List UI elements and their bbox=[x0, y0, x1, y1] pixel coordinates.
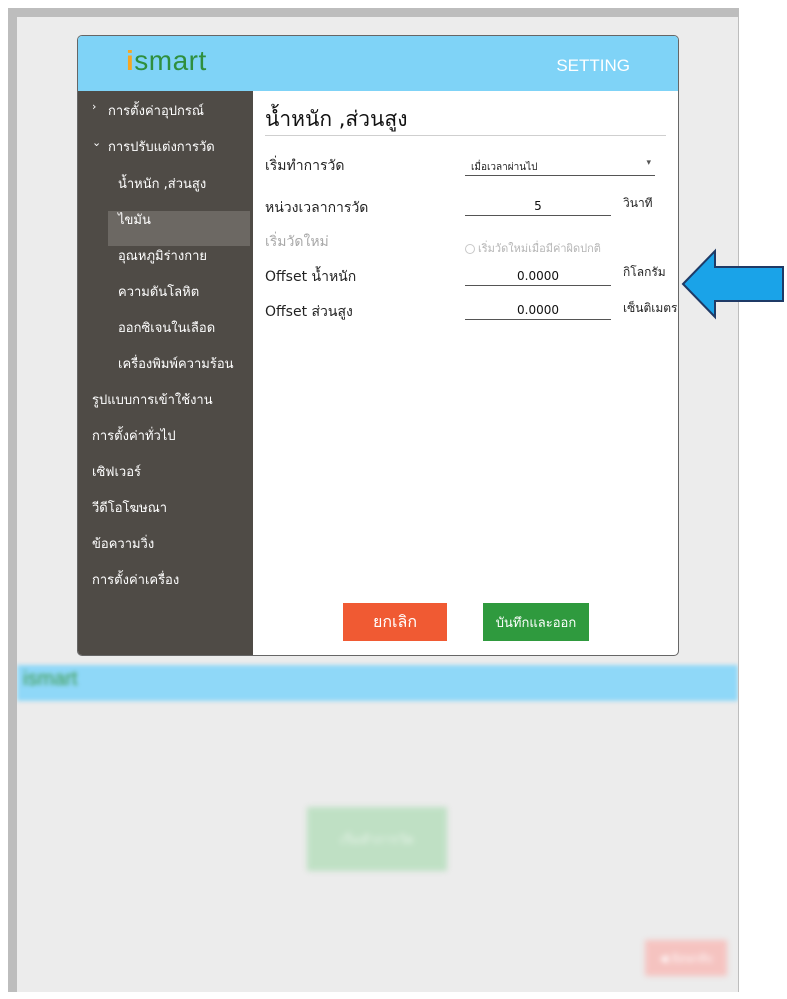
weight-offset-label: Offset น้ำหนัก bbox=[265, 269, 357, 285]
start-measure-label: เริ่มทำการวัด bbox=[265, 158, 345, 174]
settings-sidebar: › การตั้งค่าอุปกรณ์ ⌄ การปรับแต่งการวัด … bbox=[78, 91, 253, 655]
ismart-logo: ismart bbox=[126, 45, 207, 76]
app-screen: ismart เริ่มทำการวัด ◀ ย้อนกลับ ismart S… bbox=[17, 17, 738, 992]
page-title: น้ำหนัก ,ส่วนสูง bbox=[265, 107, 408, 131]
sidebar-item-label: รูปแบบการเข้าใช้งาน bbox=[92, 393, 213, 408]
settings-content: น้ำหนัก ,ส่วนสูง เริ่มทำการวัด เมื่อเวลา… bbox=[253, 91, 678, 655]
sidebar-item-label: อุณหภูมิร่างกาย bbox=[118, 249, 207, 264]
annotation-arrow-icon bbox=[681, 248, 784, 320]
cancel-button[interactable]: ยกเลิก bbox=[343, 603, 447, 641]
background-header-bar bbox=[17, 665, 738, 701]
sidebar-item-blood-oxygen[interactable]: ออกซิเจนในเลือด bbox=[118, 317, 215, 338]
weight-offset-field[interactable]: 0.0000 bbox=[465, 265, 611, 286]
sidebar-item-label: ออกซิเจนในเลือด bbox=[118, 321, 216, 336]
sidebar-item-label: การตั้งค่าอุปกรณ์ bbox=[108, 104, 204, 119]
radio-icon bbox=[465, 244, 475, 254]
sidebar-item-measurement-settings[interactable]: ⌄ การปรับแต่งการวัด bbox=[92, 136, 215, 157]
title-divider bbox=[265, 135, 666, 136]
header-title: SETTING bbox=[556, 56, 630, 75]
sidebar-item-blood-pressure[interactable]: ความดันโลหิต bbox=[118, 281, 199, 302]
measure-delay-value: 5 bbox=[534, 199, 542, 213]
save-and-exit-button[interactable]: บันทึกและออก bbox=[483, 603, 589, 641]
sidebar-item-label: ความดันโลหิต bbox=[118, 285, 200, 300]
restart-option-label: เริ่มวัดใหม่เมื่อมีค่าผิดปกติ bbox=[478, 242, 601, 255]
weight-offset-value: 0.0000 bbox=[517, 269, 559, 283]
sidebar-item-label: น้ำหนัก ,ส่วนสูง bbox=[118, 177, 207, 192]
seconds-unit: วินาที bbox=[623, 196, 653, 210]
chevron-right-icon: › bbox=[92, 100, 97, 113]
centimeter-unit: เซ็นติเมตร bbox=[623, 301, 678, 315]
background-back-button: ◀ ย้อนกลับ bbox=[645, 940, 727, 976]
measure-delay-label: หน่วงเวลาการวัด bbox=[265, 200, 369, 216]
sidebar-item-label: ไขมัน bbox=[118, 213, 151, 228]
sidebar-item-body-temperature[interactable]: อุณหภูมิร่างกาย bbox=[118, 245, 207, 266]
kilogram-unit: กิโลกรัม bbox=[623, 265, 666, 279]
measure-delay-field[interactable]: 5 bbox=[465, 195, 611, 216]
sidebar-item-label: การปรับแต่งการวัด bbox=[108, 140, 215, 155]
dropdown-caret-icon: ▾ bbox=[646, 158, 651, 168]
sidebar-item-general-settings[interactable]: การตั้งค่าทั่วไป bbox=[92, 425, 176, 446]
chevron-down-icon: ⌄ bbox=[92, 136, 102, 149]
sidebar-item-body-fat[interactable]: ไขมัน bbox=[118, 209, 151, 230]
sidebar-item-ad-video[interactable]: วีดีโอโฆษณา bbox=[92, 497, 167, 518]
sidebar-item-machine-settings[interactable]: การตั้งค่าเครื่อง bbox=[92, 569, 179, 590]
start-measure-select[interactable]: เมื่อเวลาผ่านไป ▾ bbox=[465, 155, 655, 176]
sidebar-item-access-mode[interactable]: รูปแบบการเข้าใช้งาน bbox=[92, 389, 213, 410]
sidebar-item-marquee-text[interactable]: ข้อความวิ่ง bbox=[92, 533, 154, 554]
sidebar-item-label: ข้อความวิ่ง bbox=[92, 537, 155, 552]
height-offset-value: 0.0000 bbox=[517, 303, 559, 317]
start-measure-value: เมื่อเวลาผ่านไป bbox=[471, 162, 538, 173]
sidebar-item-label: เซิฟเวอร์ bbox=[92, 465, 142, 480]
restart-on-abnormal-option[interactable]: เริ่มวัดใหม่เมื่อมีค่าผิดปกติ bbox=[465, 239, 601, 257]
sidebar-item-label: เครื่องพิมพ์ความร้อน bbox=[118, 357, 234, 372]
sidebar-item-label: การตั้งค่าทั่วไป bbox=[92, 429, 176, 444]
background-logo: ismart bbox=[23, 668, 78, 690]
sidebar-item-device-settings[interactable]: › การตั้งค่าอุปกรณ์ bbox=[92, 100, 204, 121]
settings-dialog: ismart SETTING › การตั้งค่าอุปกรณ์ ⌄ การ… bbox=[77, 35, 679, 656]
sidebar-item-weight-height[interactable]: น้ำหนัก ,ส่วนสูง bbox=[118, 173, 206, 194]
background-start-button: เริ่มทำการวัด bbox=[307, 807, 447, 871]
height-offset-label: Offset ส่วนสูง bbox=[265, 304, 353, 320]
restart-label: เริ่มวัดใหม่ bbox=[265, 234, 329, 250]
sidebar-item-label: การตั้งค่าเครื่อง bbox=[92, 573, 180, 588]
sidebar-item-server[interactable]: เซิฟเวอร์ bbox=[92, 461, 141, 482]
height-offset-field[interactable]: 0.0000 bbox=[465, 299, 611, 320]
sidebar-item-label: วีดีโอโฆษณา bbox=[92, 501, 168, 516]
sidebar-item-thermal-printer[interactable]: เครื่องพิมพ์ความร้อน bbox=[118, 353, 234, 374]
dialog-header: ismart SETTING bbox=[78, 36, 678, 91]
